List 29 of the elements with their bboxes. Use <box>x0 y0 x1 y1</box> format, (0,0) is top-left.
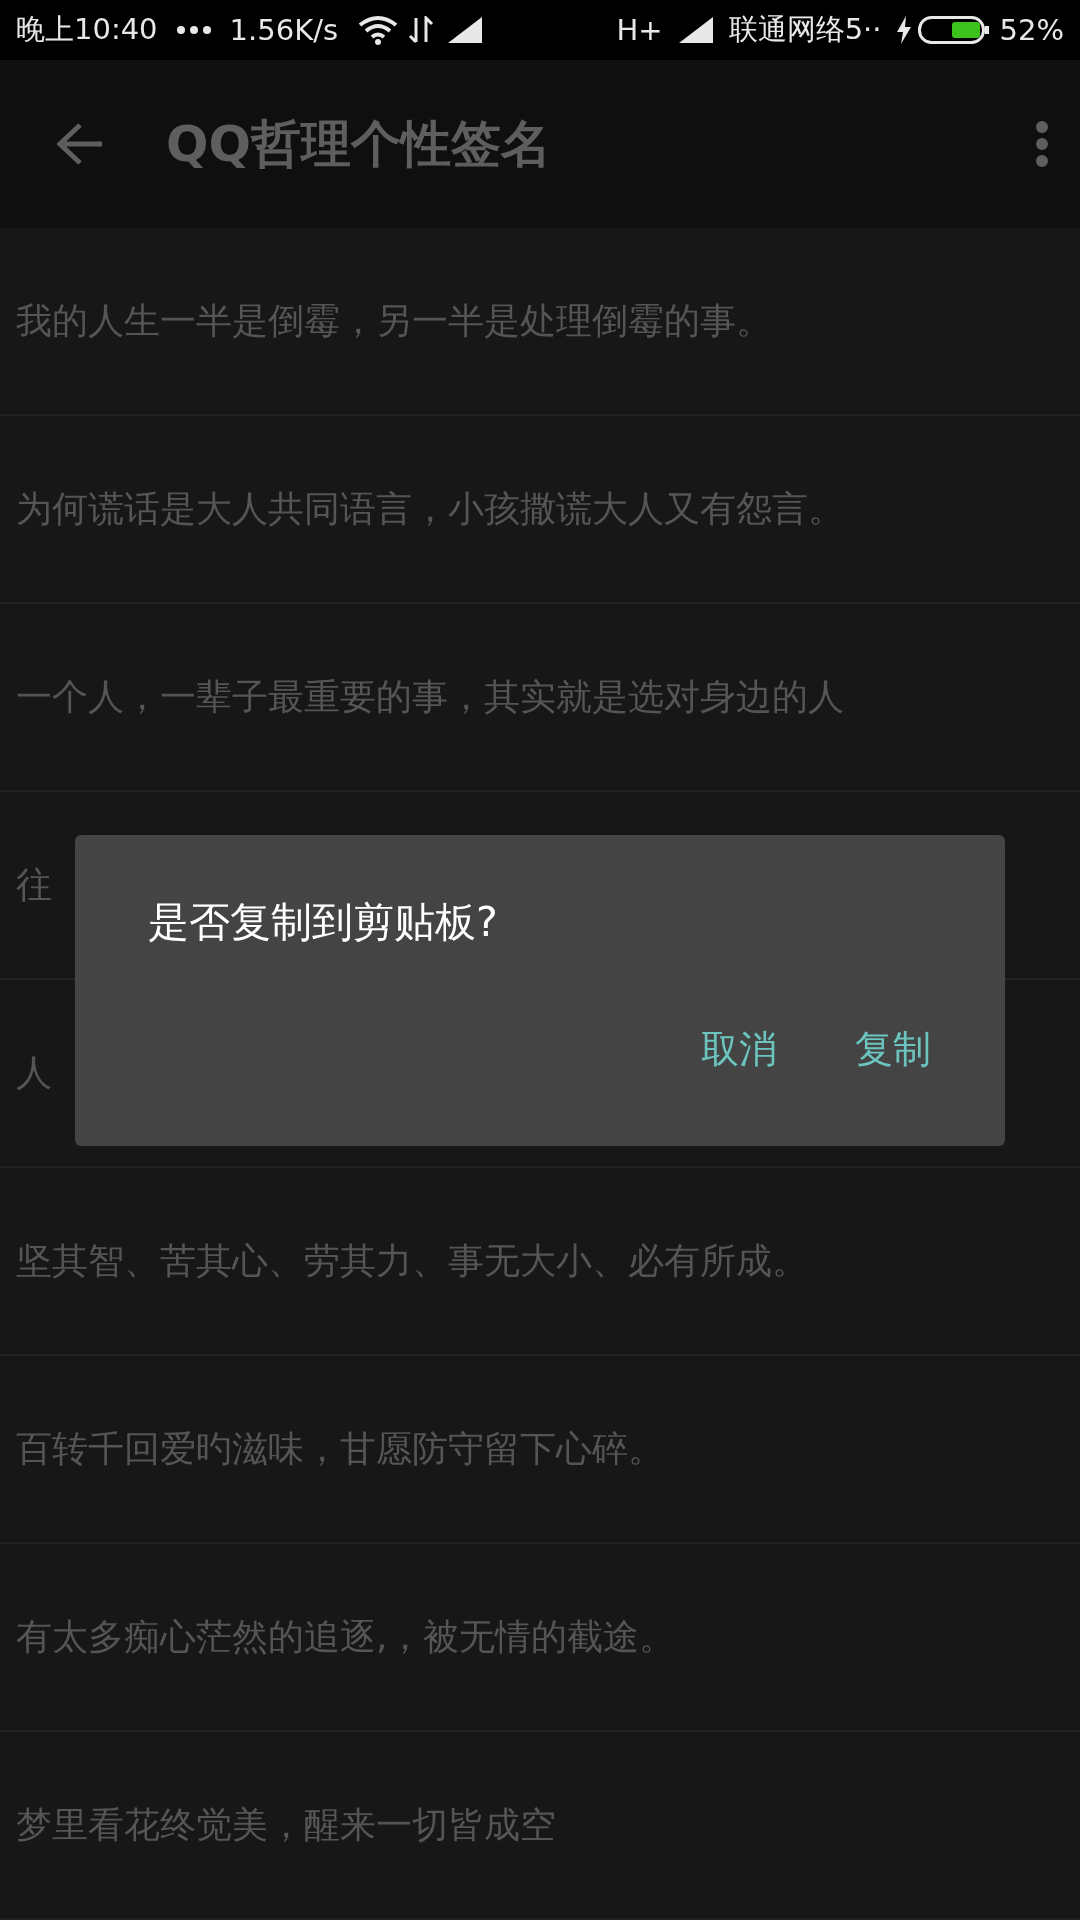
battery-icon <box>917 16 990 44</box>
back-button[interactable] <box>56 122 104 166</box>
signature-text[interactable]: 坚其智、苦其心、劳其力、事无大小、必有所成。 <box>16 1236 808 1286</box>
signature-text[interactable]: 梦里看花终觉美，醒来一切皆成空 <box>16 1800 556 1850</box>
signature-text[interactable]: 我的人生一半是倒霉，另一半是处理倒霉的事。 <box>16 296 772 346</box>
signature-text[interactable]: 一个人，一辈子最重要的事，其实就是选对身边的人 <box>16 672 844 722</box>
cancel-button[interactable]: 取消 <box>677 1008 801 1091</box>
more-dots-icon <box>175 25 212 35</box>
screen-title: QQ哲理个性签名 <box>166 113 552 175</box>
signature-text[interactable]: 百转千回爱旳滋味，甘愿防守留下心碎。 <box>16 1424 664 1474</box>
dialog-message: 是否复制到剪贴板? <box>148 897 499 948</box>
signal-icon <box>678 17 713 43</box>
signal-icon <box>448 17 483 43</box>
back-arrow-icon <box>56 122 104 166</box>
more-options-icon <box>1034 120 1050 168</box>
copy-button[interactable]: 复制 <box>831 1008 955 1091</box>
signature-text[interactable]: 有太多痴心茫然的追逐,，被无情的截途。 <box>16 1612 676 1662</box>
network-speed: 1.56K/s <box>229 13 339 47</box>
signature-text[interactable]: 为何谎话是大人共同语言，小孩撒谎大人又有怨言。 <box>16 484 844 534</box>
battery-percentage: 52% <box>999 13 1064 47</box>
carrier-name: 联通网络5·· <box>728 11 882 48</box>
network-type: H+ <box>616 13 663 47</box>
clock-time: 晚上10:40 <box>16 11 158 48</box>
data-arrows-icon <box>408 16 435 44</box>
menu-button[interactable] <box>1034 120 1050 168</box>
signature-text[interactable]: 往 <box>16 860 52 910</box>
wifi-icon <box>358 15 399 45</box>
charging-bolt-icon <box>895 16 912 44</box>
signature-text[interactable]: 人 <box>16 1048 52 1098</box>
